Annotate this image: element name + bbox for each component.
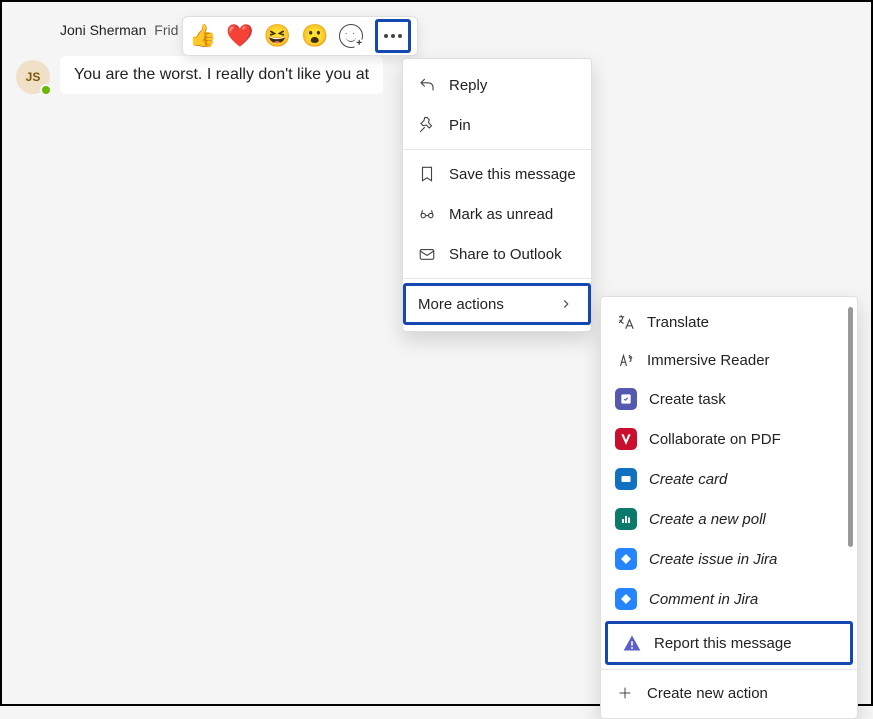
submenu-collab-pdf-label: Collaborate on PDF [649, 431, 781, 448]
planner-icon [615, 388, 637, 410]
menu-save-label: Save this message [449, 166, 576, 183]
reply-icon [417, 75, 437, 95]
menu-unread[interactable]: Mark as unread [403, 194, 591, 234]
ellipsis-icon [384, 34, 402, 38]
menu-reply-label: Reply [449, 77, 487, 94]
submenu-jira-issue[interactable]: Create issue in Jira [601, 539, 857, 579]
menu-more-actions-label: More actions [418, 296, 504, 313]
reaction-surprised[interactable]: 😮 [301, 25, 328, 47]
presence-indicator [40, 84, 52, 96]
menu-separator [403, 278, 591, 279]
menu-share-outlook[interactable]: Share to Outlook [403, 234, 591, 274]
submenu-jira-comment-label: Comment in Jira [649, 591, 758, 608]
menu-reply[interactable]: Reply [403, 65, 591, 105]
chevron-right-icon [556, 294, 576, 314]
jira-icon [615, 588, 637, 610]
menu-more-actions[interactable]: More actions [403, 283, 591, 325]
submenu-collab-pdf[interactable]: Collaborate on PDF [601, 419, 857, 459]
submenu-create-card-label: Create card [649, 471, 727, 488]
menu-pin[interactable]: Pin [403, 105, 591, 145]
submenu-create-poll[interactable]: Create a new poll [601, 499, 857, 539]
submenu-create-poll-label: Create a new poll [649, 511, 766, 528]
menu-unread-label: Mark as unread [449, 206, 553, 223]
sender-name: Joni Sherman [60, 22, 146, 38]
bookmark-icon [417, 164, 437, 184]
warning-icon [622, 633, 642, 653]
plus-icon [615, 683, 635, 703]
adobe-icon [615, 428, 637, 450]
card-app-icon [615, 468, 637, 490]
menu-save[interactable]: Save this message [403, 154, 591, 194]
submenu-report-label: Report this message [654, 635, 792, 652]
submenu-create-task-label: Create task [649, 391, 726, 408]
pin-icon [417, 115, 437, 135]
reaction-laugh[interactable]: 😆 [264, 25, 291, 47]
menu-separator [601, 669, 857, 670]
scrollbar[interactable] [848, 307, 853, 547]
submenu-new-action[interactable]: Create new action [601, 674, 857, 712]
menu-pin-label: Pin [449, 117, 471, 134]
polly-icon [615, 508, 637, 530]
more-actions-submenu: Translate Immersive Reader Create task C… [600, 296, 858, 719]
menu-separator [403, 149, 591, 150]
submenu-new-action-label: Create new action [647, 685, 768, 702]
immersive-reader-icon [615, 350, 635, 370]
glasses-icon [417, 204, 437, 224]
submenu-translate[interactable]: Translate [601, 303, 857, 341]
jira-icon [615, 548, 637, 570]
message-body[interactable]: You are the worst. I really don't like y… [60, 56, 383, 94]
submenu-immersive[interactable]: Immersive Reader [601, 341, 857, 379]
submenu-jira-comment[interactable]: Comment in Jira [601, 579, 857, 619]
avatar[interactable]: JS [16, 60, 50, 94]
message-timestamp: Frid [154, 22, 178, 38]
message-actions-menu: Reply Pin Save this message Mark as unre… [402, 58, 592, 332]
reaction-like[interactable]: 👍 [189, 25, 216, 47]
submenu-create-card[interactable]: Create card [601, 459, 857, 499]
menu-share-outlook-label: Share to Outlook [449, 246, 562, 263]
submenu-create-task[interactable]: Create task [601, 379, 857, 419]
submenu-report[interactable]: Report this message [605, 621, 853, 665]
more-options-button[interactable] [375, 19, 411, 53]
reaction-heart[interactable]: ❤️ [226, 25, 253, 47]
submenu-jira-issue-label: Create issue in Jira [649, 551, 777, 568]
submenu-immersive-label: Immersive Reader [647, 352, 770, 369]
submenu-translate-label: Translate [647, 314, 709, 331]
mail-icon [417, 244, 437, 264]
reaction-custom-icon[interactable]: + [339, 24, 363, 48]
avatar-initials: JS [26, 70, 41, 84]
reaction-bar: 👍 ❤️ 😆 😮 + [182, 16, 418, 56]
translate-icon [615, 312, 635, 332]
